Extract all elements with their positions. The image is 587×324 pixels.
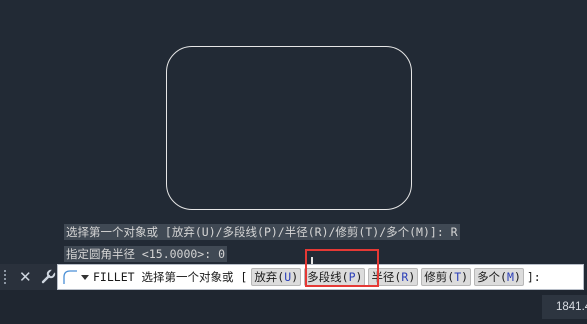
close-icon[interactable]: ✕ [19, 268, 32, 286]
command-history-line: 指定圆角半径 <15.0000>: 0 [64, 246, 228, 262]
coordinate-readout: 1841.4 [542, 295, 587, 319]
command-prompt-text: FILLET 选择第一个对象或 [ [93, 270, 248, 284]
option-radius[interactable]: 半径(R) [368, 268, 419, 286]
status-bar [0, 290, 587, 324]
option-undo[interactable]: 放弃(U) [251, 268, 302, 286]
rounded-rectangle-shape[interactable] [166, 46, 412, 210]
drawing-canvas[interactable] [0, 0, 587, 264]
option-multiple[interactable]: 多个(M) [474, 268, 524, 286]
option-polyline[interactable]: 多段线(P) [304, 268, 366, 286]
command-input-line[interactable]: FILLET 选择第一个对象或 [ 放弃(U) 多段线(P) 半径(R) 修剪(… [57, 264, 584, 290]
wrench-icon[interactable] [40, 269, 56, 285]
command-prompt-suffix: ]: [526, 270, 541, 284]
recent-commands-dropdown-icon[interactable] [81, 274, 89, 280]
fillet-command-icon [63, 270, 77, 284]
drag-handle-icon[interactable] [4, 270, 10, 284]
command-bar-controls: ✕ [0, 264, 57, 290]
option-trim[interactable]: 修剪(T) [421, 268, 472, 286]
crosshair-cursor [311, 257, 313, 264]
command-history-line: 选择第一个对象或 [放弃(U)/多段线(P)/半径(R)/修剪(T)/多个(M)… [64, 224, 460, 240]
